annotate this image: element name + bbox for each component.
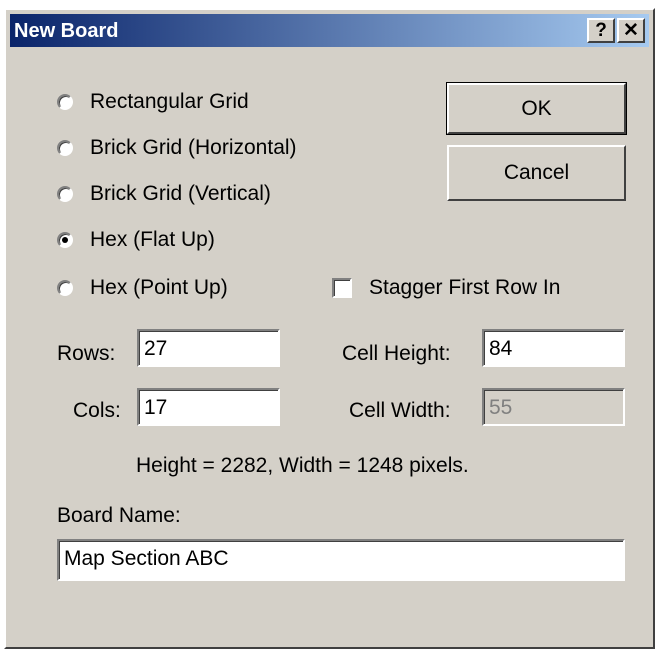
radio-circle-icon[interactable] — [57, 94, 73, 110]
cols-label: Cols: — [73, 399, 121, 422]
stagger-first-row-checkbox[interactable]: Stagger First Row In — [332, 276, 560, 300]
radio-label: Hex (Point Up) — [90, 276, 228, 299]
rows-input[interactable]: 27 — [137, 329, 280, 367]
size-summary: Height = 2282, Width = 1248 pixels. — [136, 454, 469, 477]
radio-brick-grid-horizontal[interactable]: Brick Grid (Horizontal) — [57, 136, 297, 160]
cell-height-input[interactable]: 84 — [482, 329, 625, 367]
checkbox-box-icon[interactable] — [332, 278, 352, 298]
title-bar[interactable]: New Board ? ✕ — [10, 14, 649, 47]
radio-label: Rectangular Grid — [90, 90, 249, 113]
cell-width-input: 55 — [482, 388, 625, 426]
radio-circle-icon[interactable] — [57, 186, 73, 202]
stagger-label: Stagger First Row In — [369, 276, 561, 299]
radio-label: Brick Grid (Vertical) — [90, 182, 271, 205]
radio-label: Hex (Flat Up) — [90, 228, 215, 251]
radio-rectangular-grid[interactable]: Rectangular Grid — [57, 90, 249, 114]
cols-input[interactable]: 17 — [137, 388, 280, 426]
radio-label: Brick Grid (Horizontal) — [90, 136, 297, 159]
cancel-button[interactable]: Cancel — [447, 145, 626, 201]
cell-width-label: Cell Width: — [349, 399, 451, 422]
close-button[interactable]: ✕ — [617, 18, 645, 43]
ok-button[interactable]: OK — [446, 82, 627, 135]
new-board-dialog: New Board ? ✕ Rectangular Grid Brick Gri… — [4, 8, 655, 649]
radio-hex-flat-up[interactable]: Hex (Flat Up) — [57, 228, 215, 252]
dialog-title: New Board — [14, 20, 119, 42]
cell-height-label: Cell Height: — [342, 342, 451, 365]
board-name-label: Board Name: — [57, 504, 181, 527]
board-name-input[interactable]: Map Section ABC — [57, 539, 625, 581]
radio-brick-grid-vertical[interactable]: Brick Grid (Vertical) — [57, 182, 271, 206]
radio-hex-point-up[interactable]: Hex (Point Up) — [57, 276, 228, 300]
rows-label: Rows: — [57, 342, 116, 365]
radio-circle-icon[interactable] — [57, 140, 73, 156]
radio-circle-icon[interactable] — [57, 232, 73, 248]
help-button[interactable]: ? — [587, 18, 615, 43]
radio-circle-icon[interactable] — [57, 280, 73, 296]
